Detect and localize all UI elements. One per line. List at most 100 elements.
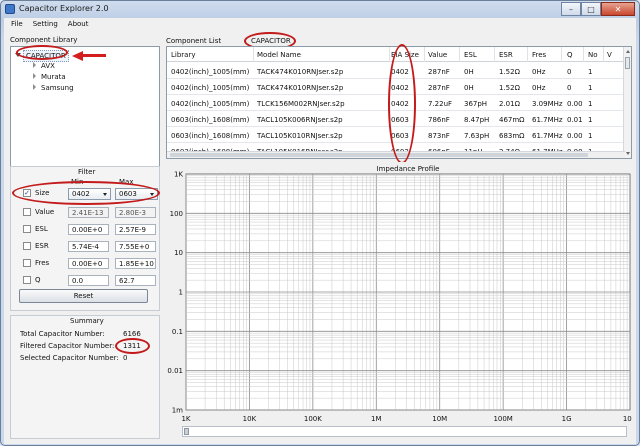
table-row[interactable]: 0402(inch)_1005(mm) TACK474K010RNJser.s2p… xyxy=(167,79,625,95)
client-area: Component Library CAPACITOR AVX Murata S… xyxy=(4,30,637,444)
col-header-q[interactable]: Q xyxy=(567,51,573,59)
col-header-model[interactable]: Model Name xyxy=(257,51,301,59)
filter-row-esr: ESR 5.74E-4 7.55E+0 xyxy=(23,241,158,253)
fres-max-input[interactable]: 1.85E+10 xyxy=(115,258,156,269)
cell-library: 0402(inch)_1005(mm) xyxy=(171,84,250,92)
component-table[interactable]: Library Model Name EIA Size Value ESL ES… xyxy=(166,46,632,159)
component-library-label: Component Library xyxy=(10,36,78,44)
scroll-up-arrow-icon[interactable] xyxy=(626,50,630,53)
maximize-button[interactable]: □ xyxy=(581,2,601,16)
value-checkbox[interactable] xyxy=(23,208,31,216)
cell-value: 873nF xyxy=(428,132,450,140)
esl-checkbox[interactable] xyxy=(23,225,31,233)
cell-value: 287nF xyxy=(428,84,450,92)
x-tick-label: 10G xyxy=(623,415,632,423)
col-header-library[interactable]: Library xyxy=(171,51,195,59)
size-min-select[interactable]: 0402 xyxy=(68,188,111,200)
horizontal-scrollbar[interactable] xyxy=(167,151,625,158)
minimize-button[interactable]: – xyxy=(561,2,581,16)
select-value: 0603 xyxy=(119,190,137,198)
cell-esr: 2.01Ω xyxy=(499,100,520,108)
esl-min-input[interactable]: 0.00E+0 xyxy=(68,224,109,235)
tree-item-samsung[interactable]: Samsung xyxy=(33,84,74,92)
esr-max-input[interactable]: 7.55E+0 xyxy=(115,241,156,252)
menu-about[interactable]: About xyxy=(68,20,89,28)
filter-label: Value xyxy=(35,208,55,216)
filter-row-q: Q 0.0 62.7 xyxy=(23,275,158,287)
col-header-esr[interactable]: ESR xyxy=(499,51,513,59)
esr-min-input[interactable]: 5.74E-4 xyxy=(68,241,109,252)
cell-esl: 0H xyxy=(464,68,474,76)
col-header-value[interactable]: Value xyxy=(428,51,447,59)
impedance-chart-panel: Impedance Profile 1K 10K 100K 1M 10M 100M 1G 10G… xyxy=(166,162,637,440)
cell-model-name: TLCK156M002RNJser.s2p xyxy=(257,100,345,108)
tree-item-label: AVX xyxy=(41,62,55,70)
collapsed-arrow-icon[interactable] xyxy=(33,62,36,68)
esl-max-input[interactable]: 2.57E-9 xyxy=(115,224,156,235)
list-category: CAPACITOR xyxy=(251,37,291,45)
value-min-input[interactable]: 2.41E-13 xyxy=(68,207,109,218)
q-max-input[interactable]: 62.7 xyxy=(115,275,156,286)
cell-esr: 1.52Ω xyxy=(499,84,520,92)
dropdown-arrow-icon xyxy=(150,193,154,196)
col-header-eia-size[interactable]: EIA Size xyxy=(391,51,419,59)
total-count-value: 6166 xyxy=(123,330,141,338)
filter-label: Size xyxy=(35,189,50,197)
cell-esr: 1.52Ω xyxy=(499,68,520,76)
collapsed-arrow-icon[interactable] xyxy=(33,84,36,90)
tree-item-murata[interactable]: Murata xyxy=(33,73,66,81)
q-min-input[interactable]: 0.0 xyxy=(68,275,109,286)
size-max-select[interactable]: 0603 xyxy=(115,188,158,200)
value-max-input[interactable]: 2.80E-3 xyxy=(115,207,156,218)
fres-checkbox[interactable] xyxy=(23,259,31,267)
cell-model-name: TACL105K006RNJser.s2p xyxy=(257,116,343,124)
fres-min-input[interactable]: 0.00E+0 xyxy=(68,258,109,269)
table-row[interactable]: 0603(inch)_1608(mm) TACL105K006RNJser.s2p… xyxy=(167,111,625,127)
col-header-no[interactable]: No xyxy=(588,51,598,59)
esr-checkbox[interactable] xyxy=(23,242,31,250)
col-header-v[interactable]: V xyxy=(607,51,612,59)
cell-eia-size: 0402 xyxy=(391,84,409,92)
collapsed-arrow-icon[interactable] xyxy=(33,73,36,79)
slider-thumb[interactable] xyxy=(184,428,189,435)
tree-root-capacitor[interactable]: CAPACITOR xyxy=(23,50,69,62)
tree-item-label: Samsung xyxy=(41,84,74,92)
close-button[interactable]: ✕ xyxy=(601,2,635,16)
app-window: Capacitor Explorer 2.0 – □ ✕ File Settin… xyxy=(0,0,640,446)
cell-q: 0 xyxy=(567,68,572,76)
x-tick-label: 10M xyxy=(432,415,447,423)
table-row[interactable]: 0603(inch)_1608(mm) TACL105K010RNJser.s2p… xyxy=(167,127,625,143)
filter-min-label: Min xyxy=(71,178,84,186)
selected-count-label: Selected Capacitor Number: xyxy=(20,354,119,362)
app-icon xyxy=(5,4,15,14)
scroll-down-arrow-icon[interactable] xyxy=(626,152,630,155)
cell-no: 1 xyxy=(588,132,593,140)
frequency-slider[interactable] xyxy=(182,426,627,437)
x-tick-label: 10K xyxy=(243,415,257,423)
col-header-fres[interactable]: Fres xyxy=(532,51,546,59)
cell-model-name: TACK474K010RNJser.s2p xyxy=(257,84,344,92)
y-tick-label: 0.1 xyxy=(172,328,183,336)
scroll-thumb[interactable] xyxy=(625,57,630,69)
q-checkbox[interactable] xyxy=(23,276,31,284)
filter-row-value: Value 2.41E-13 2.80E-3 xyxy=(23,207,158,219)
menu-file[interactable]: File xyxy=(11,20,23,28)
cell-no: 1 xyxy=(588,84,593,92)
table-row[interactable]: 0402(inch)_1005(mm) TLCK156M002RNJser.s2p… xyxy=(167,95,625,111)
scroll-thumb[interactable] xyxy=(170,153,588,157)
size-checkbox[interactable]: ✓ xyxy=(23,189,31,197)
y-tick-label: 10 xyxy=(174,249,183,257)
y-tick-label: 1K xyxy=(174,171,183,179)
expand-arrow-icon[interactable] xyxy=(15,53,21,57)
reset-button[interactable]: Reset xyxy=(19,289,148,303)
x-tick-label: 100M xyxy=(493,415,512,423)
tree-item-avx[interactable]: AVX xyxy=(33,62,55,70)
table-row[interactable]: 0402(inch)_1005(mm) TACK474K010RNJser.s2p… xyxy=(167,63,625,79)
y-tick-label: 100 xyxy=(170,210,183,218)
col-header-esl[interactable]: ESL xyxy=(464,51,477,59)
menu-setting[interactable]: Setting xyxy=(33,20,58,28)
title-bar[interactable]: Capacitor Explorer 2.0 – □ ✕ xyxy=(1,1,639,18)
impedance-chart[interactable]: Impedance Profile 1K 10K 100K 1M 10M 100M 1G 10G… xyxy=(166,162,637,440)
component-list-label: Component List xyxy=(166,37,222,45)
vertical-scrollbar[interactable] xyxy=(623,47,631,158)
